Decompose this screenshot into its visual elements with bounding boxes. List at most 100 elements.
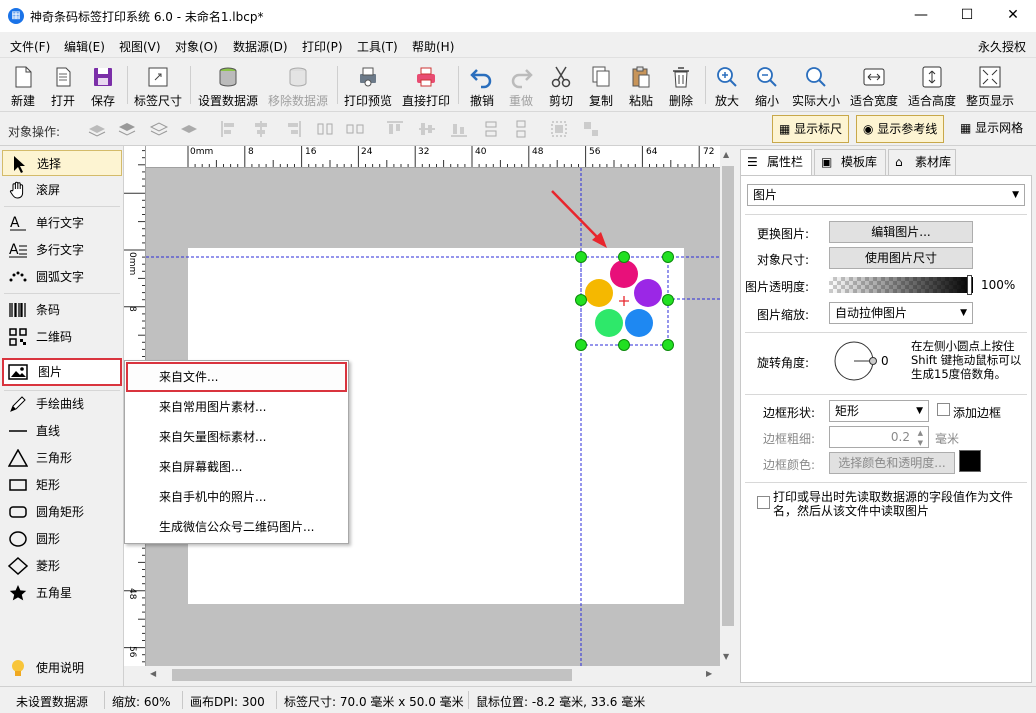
actual-size-button[interactable]: 实际大小 [790, 62, 842, 110]
tool-diamond[interactable]: 菱形 [2, 553, 122, 579]
opacity-slider[interactable] [829, 275, 973, 295]
tool-triangle[interactable]: 三角形 [2, 445, 122, 471]
tool-single-text[interactable]: A 单行文字 [2, 210, 122, 236]
rotation-dial[interactable] [833, 340, 887, 382]
set-datasource-button[interactable]: 设置数据源 [196, 62, 260, 110]
tool-round-rect[interactable]: 圆角矩形 [2, 499, 122, 525]
close-button[interactable]: ✕ [990, 0, 1036, 32]
delete-button[interactable]: 删除 [662, 62, 700, 110]
tab-templates[interactable]: ▣ 模板库 [814, 149, 886, 175]
fit-height-button[interactable]: 适合高度 [906, 62, 958, 110]
layer-down-icon[interactable] [118, 120, 136, 138]
menu-view[interactable]: 视图(V) [119, 38, 161, 55]
scroll-down-icon[interactable]: ▼ [723, 652, 729, 661]
fit-width-button[interactable]: 适合宽度 [848, 62, 900, 110]
layer-bottom-icon[interactable] [180, 120, 198, 138]
group-icon[interactable] [550, 120, 568, 138]
menu-file[interactable]: 文件(F) [10, 38, 50, 55]
border-color-swatch[interactable] [959, 450, 981, 472]
show-grid-toggle[interactable]: ▦ 显示网格 [956, 115, 1023, 143]
distribute-v-icon[interactable] [482, 120, 500, 138]
redo-button[interactable]: 重做 [502, 62, 540, 110]
minimize-button[interactable]: — [898, 0, 944, 32]
label-size-button[interactable]: 标签尺寸 [132, 62, 184, 110]
menu-from-screenshot[interactable]: 来自屏幕截图... [125, 452, 348, 482]
paste-button[interactable]: 粘贴 [622, 62, 660, 110]
menu-wechat-qrcode[interactable]: 生成微信公众号二维码图片... [125, 512, 348, 542]
tool-circle[interactable]: 圆形 [2, 526, 122, 552]
horizontal-scrollbar[interactable]: ◀ ▶ [146, 666, 720, 684]
menu-from-vector-icons[interactable]: 来自矢量图标素材... [125, 422, 348, 452]
tool-rect[interactable]: 矩形 [2, 472, 122, 498]
align-middle-icon[interactable] [418, 120, 436, 138]
distribute-h-icon[interactable] [316, 120, 334, 138]
tool-line[interactable]: 直线 [2, 418, 122, 444]
edit-image-button[interactable]: 编辑图片... [829, 221, 973, 243]
align-right-icon[interactable] [284, 120, 302, 138]
tool-freehand[interactable]: 手绘曲线 [2, 391, 122, 417]
ungroup-icon[interactable] [582, 120, 600, 138]
rotation-handle[interactable] [869, 357, 877, 365]
show-guides-toggle[interactable]: ◉ 显示参考线 [856, 115, 945, 143]
save-button[interactable]: 保存 [84, 62, 122, 110]
align-left-icon[interactable] [220, 120, 238, 138]
direct-print-button[interactable]: 直接打印 [400, 62, 452, 110]
read-datasource-checkbox[interactable] [757, 496, 770, 509]
tool-select[interactable]: 选择 [2, 150, 122, 176]
undo-button[interactable]: 撤销 [463, 62, 501, 110]
scroll-right-icon[interactable]: ▶ [706, 669, 712, 678]
image-object[interactable] [575, 251, 674, 351]
add-border-checkbox[interactable] [937, 403, 950, 416]
stepper-icon[interactable]: ▲ ▼ [918, 428, 923, 448]
show-ruler-toggle[interactable]: ▦ 显示标尺 [772, 115, 850, 143]
tool-qrcode[interactable]: 二维码 [2, 324, 122, 350]
zoom-in-button[interactable]: 放大 [708, 62, 746, 110]
menu-datasource[interactable]: 数据源(D) [233, 38, 288, 55]
border-color-button[interactable]: 选择颜色和透明度... [829, 452, 955, 474]
menu-from-phone[interactable]: 来自手机中的照片... [125, 482, 348, 512]
tool-multi-text[interactable]: A 多行文字 [2, 237, 122, 263]
tool-star[interactable]: 五角星 [2, 580, 122, 606]
menu-edit[interactable]: 编辑(E) [64, 38, 105, 55]
open-button[interactable]: 打开 [44, 62, 82, 110]
border-width-stepper[interactable]: 0.2 ▲ ▼ [829, 426, 929, 448]
cut-button[interactable]: 剪切 [542, 62, 580, 110]
scroll-up-icon[interactable]: ▲ [723, 150, 729, 159]
vertical-scroll-thumb[interactable] [722, 166, 734, 626]
print-preview-button[interactable]: 打印预览 [342, 62, 394, 110]
zoom-out-button[interactable]: 缩小 [748, 62, 786, 110]
tool-help[interactable]: 使用说明 [2, 655, 122, 681]
object-type-select[interactable]: 图片 ▼ [747, 184, 1025, 206]
tool-arc-text[interactable]: 圆弧文字 [2, 264, 122, 290]
tab-assets[interactable]: ⌂ 素材库 [888, 149, 956, 175]
border-shape-select[interactable]: 矩形 ▼ [829, 400, 929, 422]
maximize-button[interactable]: ☐ [944, 0, 990, 32]
menu-from-file[interactable]: 来自文件... [126, 362, 347, 392]
vertical-scrollbar[interactable]: ▲ ▼ [720, 146, 736, 666]
copy-button[interactable]: 复制 [582, 62, 620, 110]
new-button[interactable]: 新建 [4, 62, 42, 110]
horizontal-scroll-thumb[interactable] [172, 669, 572, 681]
remove-datasource-button[interactable]: 移除数据源 [264, 62, 332, 110]
align-top-icon[interactable] [386, 120, 404, 138]
scroll-left-icon[interactable]: ◀ [150, 669, 156, 678]
menu-object[interactable]: 对象(O) [175, 38, 218, 55]
layer-top-icon[interactable] [150, 120, 168, 138]
opacity-slider-thumb[interactable] [967, 275, 972, 295]
use-image-size-button[interactable]: 使用图片尺寸 [829, 247, 973, 269]
menu-print[interactable]: 打印(P) [302, 38, 343, 55]
same-height-icon[interactable] [512, 120, 530, 138]
menu-help[interactable]: 帮助(H) [412, 38, 454, 55]
tool-image[interactable]: 图片 [2, 358, 122, 386]
layer-up-icon[interactable] [88, 120, 106, 138]
full-page-button[interactable]: 整页显示 [964, 62, 1016, 110]
tool-barcode[interactable]: 条码 [2, 297, 122, 323]
tab-properties[interactable]: ☰ 属性栏 [740, 149, 812, 176]
image-scale-select[interactable]: 自动拉伸图片 ▼ [829, 302, 973, 324]
same-width-icon[interactable] [346, 120, 364, 138]
menu-tools[interactable]: 工具(T) [357, 38, 398, 55]
align-center-icon[interactable] [252, 120, 270, 138]
menu-from-common-images[interactable]: 来自常用图片素材... [125, 392, 348, 422]
align-bottom-icon[interactable] [450, 120, 468, 138]
tool-scroll[interactable]: 滚屏 [2, 177, 122, 203]
